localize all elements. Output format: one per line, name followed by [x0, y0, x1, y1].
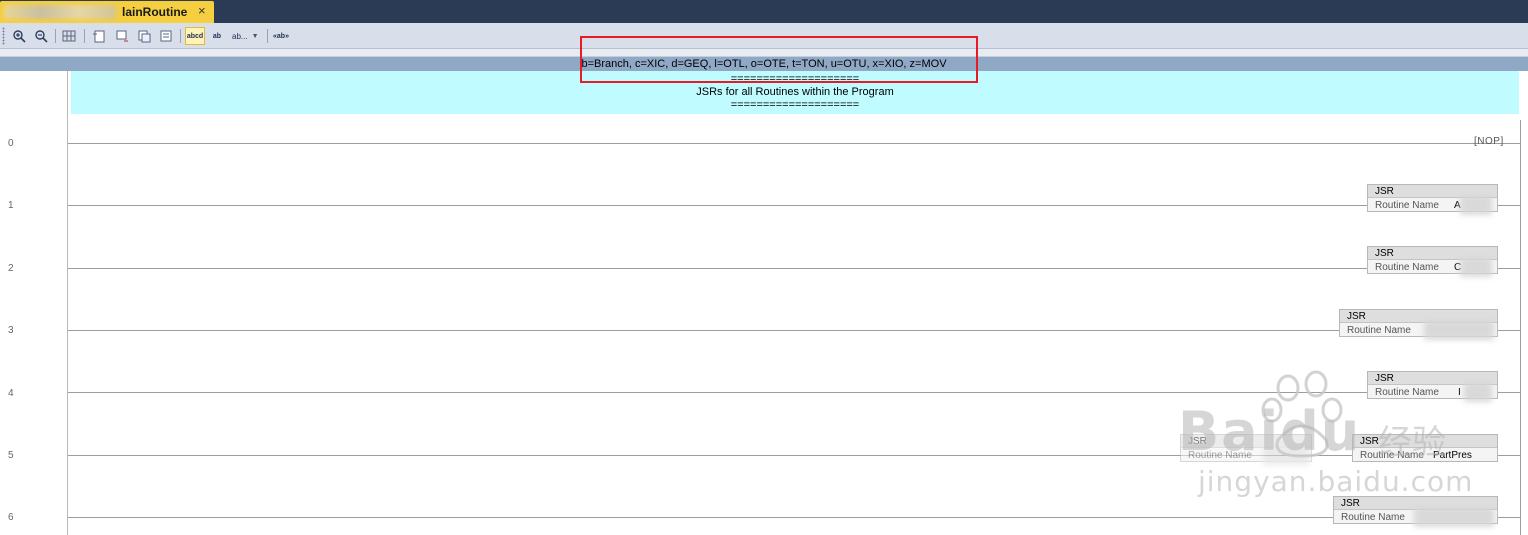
jsr-instruction[interactable]: JSR Routine Name [1180, 434, 1312, 465]
tag-display-button[interactable]: «ab» [272, 27, 290, 45]
jsr-instruction[interactable]: JSR Routine Name PartPres [1352, 434, 1498, 462]
rung-line[interactable] [68, 330, 1520, 331]
right-power-rail [1520, 120, 1521, 535]
comment-line-2: JSRs for all Routines within the Program [696, 86, 894, 98]
redacted-value [1460, 257, 1492, 277]
text-mode-button[interactable]: abcd [185, 27, 205, 45]
rung-line[interactable] [68, 205, 1520, 206]
jsr-param-label: Routine Name [1375, 200, 1439, 211]
tab-main-routine[interactable]: lainRoutine × [0, 1, 214, 23]
rung-line[interactable] [68, 517, 1520, 518]
jsr-param-label: Routine Name [1347, 325, 1411, 336]
jsr-title: JSR [1353, 435, 1497, 448]
jsr-param-label: Routine Name [1360, 450, 1424, 461]
text-mode-alt-button[interactable]: ab [208, 27, 226, 45]
rung-number[interactable]: 5 [8, 450, 14, 461]
zoom-out-icon[interactable] [32, 27, 50, 45]
rung-number[interactable]: 2 [8, 263, 14, 274]
dropdown-label: ab... [232, 31, 248, 41]
grid-icon[interactable] [60, 27, 78, 45]
jsr-param-label: Routine Name [1375, 262, 1439, 273]
rung-number[interactable]: 4 [8, 388, 14, 399]
jsr-instruction[interactable]: JSR Routine Name I [1367, 371, 1498, 402]
jsr-routine-name[interactable]: I [1458, 386, 1461, 399]
jsr-instruction[interactable]: JSR Routine Name [1339, 309, 1498, 340]
highlight-box [580, 36, 978, 83]
zoom-in-icon[interactable] [10, 27, 28, 45]
jsr-param-label: Routine Name [1375, 387, 1439, 398]
rung-number[interactable]: 0 [8, 138, 14, 149]
redacted-value [1263, 445, 1309, 465]
rung-line[interactable] [68, 268, 1520, 269]
redacted-program-name [4, 5, 116, 19]
jsr-param-label: Routine Name [1188, 450, 1252, 461]
rung-icon[interactable] [90, 27, 108, 45]
rung-line[interactable] [68, 392, 1520, 393]
redacted-value [1414, 507, 1494, 527]
jsr-routine-name[interactable]: PartPres [1433, 449, 1472, 462]
rung-number[interactable]: 3 [8, 325, 14, 336]
toolbar-separator [55, 29, 56, 43]
jsr-instruction[interactable]: JSR Routine Name [1333, 496, 1498, 527]
toolbar-grip-icon[interactable] [2, 27, 5, 45]
toolbar-separator [84, 29, 85, 43]
comment-line-3: ==================== [730, 99, 860, 111]
logix-ladder-editor: lainRoutine × abcd ab ab... ▼ «ab» b=Bra… [0, 0, 1528, 535]
copy-rung-icon[interactable] [135, 27, 153, 45]
edit-rung-icon[interactable] [157, 27, 175, 45]
watermark-url: jingyan.baidu.com [1198, 465, 1474, 498]
redacted-value [1460, 195, 1492, 215]
toolbar-separator [267, 29, 268, 43]
text-options-dropdown[interactable]: ab... ▼ [232, 27, 264, 45]
redacted-value [1464, 382, 1492, 402]
rung-line[interactable] [68, 143, 1520, 144]
jsr-instruction[interactable]: JSR Routine Name A [1367, 184, 1498, 215]
tab-title: lainRoutine [122, 5, 188, 19]
chevron-down-icon: ▼ [251, 32, 259, 40]
nop-instruction[interactable]: [NOP] [1474, 136, 1504, 147]
toolbar-separator [180, 29, 181, 43]
rung-number[interactable]: 1 [8, 200, 14, 211]
add-rung-icon[interactable] [113, 27, 131, 45]
tab-bar: lainRoutine × [0, 0, 1528, 23]
jsr-instruction[interactable]: JSR Routine Name C [1367, 246, 1498, 277]
jsr-param-label: Routine Name [1341, 512, 1405, 523]
redacted-value [1424, 320, 1494, 340]
rung-number[interactable]: 6 [8, 512, 14, 523]
close-icon[interactable]: × [198, 4, 206, 18]
